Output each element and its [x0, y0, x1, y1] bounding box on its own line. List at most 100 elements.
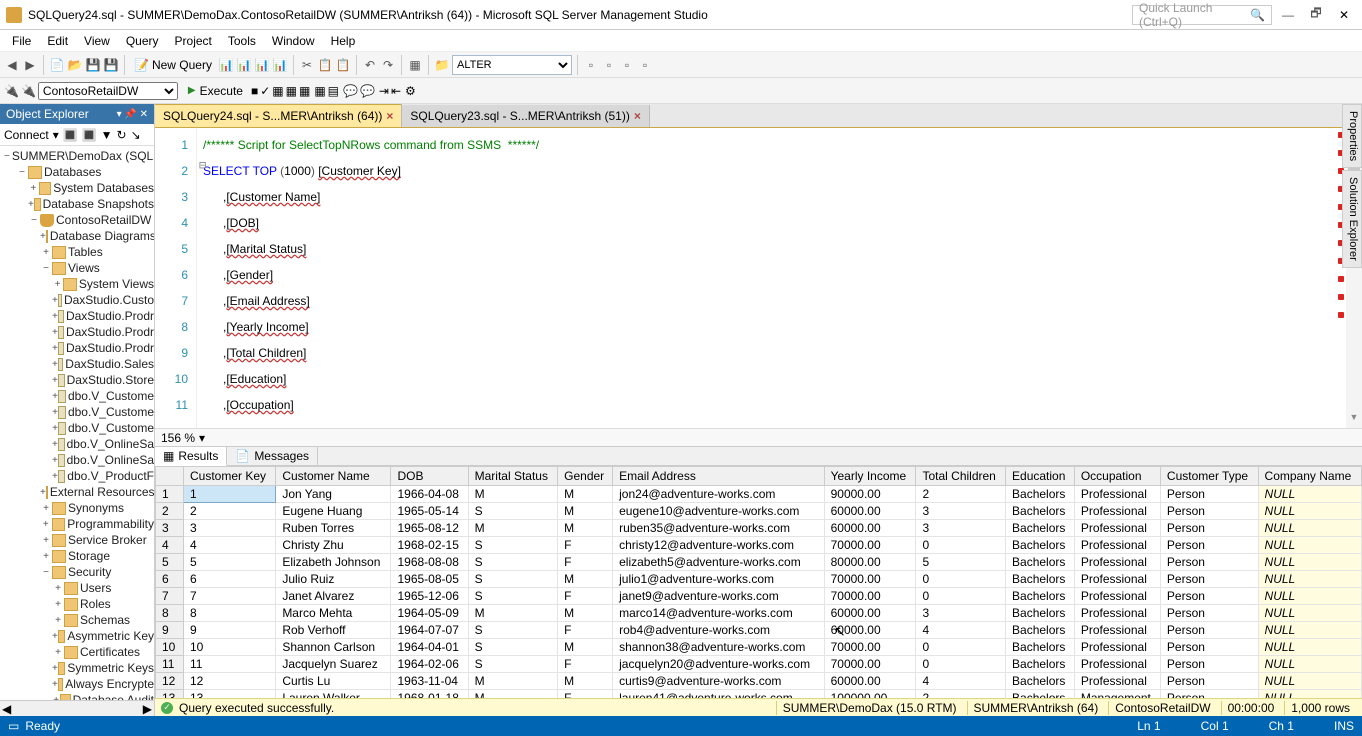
cell[interactable]: Professional — [1074, 639, 1160, 656]
tree-node[interactable]: +Users — [0, 580, 154, 596]
results-text-icon[interactable]: ▤ — [328, 84, 339, 98]
messages-tab[interactable]: 📄 Messages — [227, 447, 318, 465]
tree-node[interactable]: +External Resources — [0, 484, 154, 500]
cell[interactable]: Bachelors — [1006, 537, 1075, 554]
obj-tb-icon2[interactable]: 🔳 — [82, 128, 97, 142]
table-row[interactable]: 44Christy Zhu1968-02-15SFchristy12@adven… — [156, 537, 1362, 554]
cell[interactable]: 1965-08-12 — [391, 520, 468, 537]
cell[interactable]: NULL — [1258, 571, 1361, 588]
cell[interactable]: 3 — [184, 520, 276, 537]
paste-icon[interactable]: 📋 — [335, 57, 351, 73]
cell[interactable]: NULL — [1258, 554, 1361, 571]
cell[interactable]: Jon Yang — [276, 486, 391, 503]
tree-node[interactable]: +Storage — [0, 548, 154, 564]
cell[interactable]: 1964-05-09 — [391, 605, 468, 622]
cell[interactable]: M — [558, 639, 613, 656]
tree-node[interactable]: −Views — [0, 260, 154, 276]
cell[interactable]: 1968-01-18 — [391, 690, 468, 699]
minimize-button[interactable]: — — [1276, 4, 1300, 26]
cell[interactable]: Professional — [1074, 537, 1160, 554]
cell[interactable]: Professional — [1074, 656, 1160, 673]
cell[interactable]: janet9@adventure-works.com — [613, 588, 824, 605]
refresh-icon[interactable]: ↻ — [117, 128, 127, 142]
cell[interactable]: S — [468, 537, 558, 554]
cell[interactable]: M — [558, 486, 613, 503]
parse-icon[interactable]: ✓ — [260, 84, 270, 98]
cell[interactable]: M — [558, 520, 613, 537]
cell[interactable]: Professional — [1074, 673, 1160, 690]
scroll-down-icon[interactable]: ▼ — [1346, 412, 1362, 428]
cell[interactable]: lauren41@adventure-works.com — [613, 690, 824, 699]
cell[interactable]: S — [468, 554, 558, 571]
table-row[interactable]: 1010Shannon Carlson1964-04-01SMshannon38… — [156, 639, 1362, 656]
cell[interactable]: S — [468, 656, 558, 673]
doc-tab[interactable]: SQLQuery23.sql - S...MER\Antriksh (51))× — [402, 105, 649, 127]
cell[interactable]: 70000.00 — [824, 639, 916, 656]
table-row[interactable]: 22Eugene Huang1965-05-14SMeugene10@adven… — [156, 503, 1362, 520]
cell[interactable]: Person — [1160, 486, 1258, 503]
new-query-button[interactable]: 📝 New Query — [130, 56, 216, 74]
cell[interactable]: 6 — [156, 571, 184, 588]
cell[interactable]: 1 — [184, 486, 276, 503]
cell[interactable]: eugene10@adventure-works.com — [613, 503, 824, 520]
indent-icon[interactable]: ⇥ — [379, 84, 389, 98]
col-header[interactable] — [156, 467, 184, 486]
cell[interactable]: 5 — [156, 554, 184, 571]
doc-tab[interactable]: SQLQuery24.sql - S...MER\Antriksh (64))× — [155, 104, 402, 127]
cell[interactable]: Jacquelyn Suarez — [276, 656, 391, 673]
cell[interactable]: 11 — [184, 656, 276, 673]
cell[interactable]: 0 — [916, 571, 1006, 588]
cell[interactable]: 60000.00 — [824, 673, 916, 690]
cell[interactable]: 70000.00 — [824, 571, 916, 588]
tree-node[interactable]: +dbo.V_Custome — [0, 420, 154, 436]
table-row[interactable]: 88Marco Mehta1964-05-09MMmarco14@adventu… — [156, 605, 1362, 622]
connect-dropdown-icon[interactable]: ▾ — [53, 128, 59, 142]
plan-icon3[interactable]: ▦ — [299, 84, 310, 98]
cell[interactable]: christy12@adventure-works.com — [613, 537, 824, 554]
tree-node[interactable]: +DaxStudio.Prodr — [0, 308, 154, 324]
cell[interactable]: ruben35@adventure-works.com — [613, 520, 824, 537]
cell[interactable]: F — [558, 622, 613, 639]
cell[interactable]: 4 — [916, 673, 1006, 690]
cell[interactable]: F — [558, 656, 613, 673]
cell[interactable]: 2 — [156, 503, 184, 520]
col-header[interactable]: Customer Key — [184, 467, 276, 486]
tree-node[interactable]: +dbo.V_OnlineSa — [0, 436, 154, 452]
cell[interactable]: 3 — [916, 520, 1006, 537]
cell[interactable]: Professional — [1074, 486, 1160, 503]
tree-node[interactable]: +Synonyms — [0, 500, 154, 516]
menu-help[interactable]: Help — [323, 32, 364, 50]
cell[interactable]: Person — [1160, 690, 1258, 699]
cell[interactable]: S — [468, 571, 558, 588]
quick-launch-input[interactable]: Quick Launch (Ctrl+Q) 🔍 — [1132, 5, 1272, 25]
filter-icon[interactable]: ▼ — [101, 128, 113, 142]
tree-node[interactable]: +Asymmetric Key — [0, 628, 154, 644]
cell[interactable]: 1965-05-14 — [391, 503, 468, 520]
cell[interactable]: 60000.00 — [824, 520, 916, 537]
copy-icon[interactable]: 📋 — [317, 57, 333, 73]
cell[interactable]: M — [468, 673, 558, 690]
cell[interactable]: M — [558, 571, 613, 588]
outdent-icon[interactable]: ⇤ — [391, 84, 401, 98]
tree-node[interactable]: −ContosoRetailDW — [0, 212, 154, 228]
cell[interactable]: Bachelors — [1006, 622, 1075, 639]
cell[interactable]: Janet Alvarez — [276, 588, 391, 605]
change-conn-icon[interactable]: 🔌 — [21, 84, 36, 98]
back-icon[interactable]: ◀ — [4, 57, 20, 73]
cell[interactable]: 9 — [184, 622, 276, 639]
cell[interactable]: 3 — [156, 520, 184, 537]
tree-node[interactable]: −Databases — [0, 164, 154, 180]
cell[interactable]: 11 — [156, 656, 184, 673]
cell[interactable]: 12 — [156, 673, 184, 690]
cell[interactable]: Professional — [1074, 605, 1160, 622]
tree-node[interactable]: +Roles — [0, 596, 154, 612]
cell[interactable]: Bachelors — [1006, 571, 1075, 588]
scroll-right-icon[interactable]: ▶ — [143, 702, 152, 716]
side-tab-properties[interactable]: Properties — [1342, 104, 1362, 168]
cell[interactable]: jacquelyn20@adventure-works.com — [613, 656, 824, 673]
cell[interactable]: NULL — [1258, 622, 1361, 639]
cell[interactable]: 0 — [916, 588, 1006, 605]
tree-node[interactable]: +Database Diagrams — [0, 228, 154, 244]
cell[interactable]: rob4@adventure-works.com — [613, 622, 824, 639]
cell[interactable]: S — [468, 622, 558, 639]
